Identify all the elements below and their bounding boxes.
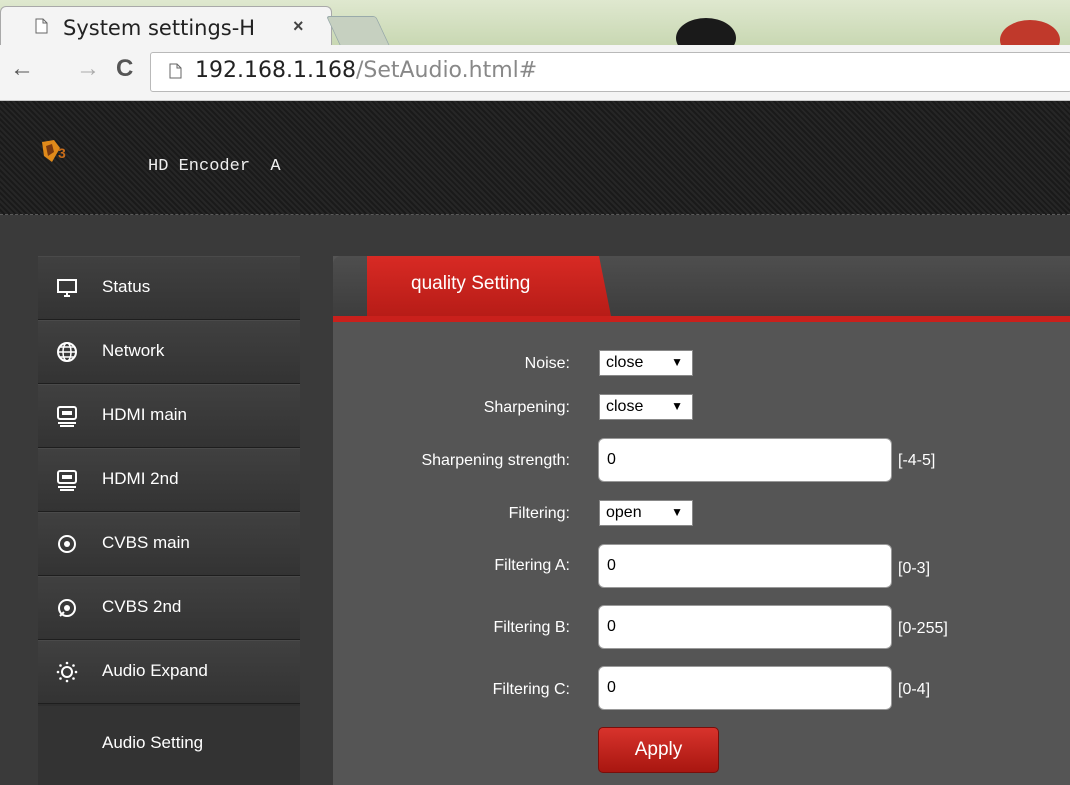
reload-button[interactable]: C (116, 55, 133, 83)
noise-label: Noise: (524, 355, 570, 372)
url-text: 192.168.1.168/SetAudio.html# (195, 58, 537, 83)
target-icon (58, 535, 76, 553)
sidebar-item-status[interactable]: Status (38, 256, 300, 320)
filtering-b-label: Filtering B: (493, 619, 570, 636)
sun-icon (56, 661, 78, 683)
monitor-icon (57, 279, 77, 297)
filtering-a-range: [0-3] (898, 560, 931, 577)
browser-tab-strip: System settings-H × (0, 0, 1070, 45)
sidebar-subitem-audio-setting[interactable]: Audio Setting (38, 706, 300, 785)
chevron-down-icon: ▼ (671, 505, 683, 519)
page-icon (35, 18, 48, 34)
filtering-a-input[interactable] (598, 544, 892, 588)
globe-icon (57, 342, 77, 362)
tab-quality-setting[interactable]: quality Setting (367, 256, 611, 316)
address-bar[interactable]: 192.168.1.168/SetAudio.html# (150, 52, 1070, 92)
filtering-a-label: Filtering A: (494, 557, 570, 574)
sidebar-item-label: HDMI main (102, 405, 188, 424)
sidebar-item-label: CVBS 2nd (102, 597, 182, 616)
filtering-c-range: [0-4] (898, 681, 931, 698)
browser-tab[interactable]: System settings-H × (0, 6, 332, 45)
brand-logo-icon: 3 (42, 140, 66, 162)
sharpening-strength-input[interactable] (598, 438, 892, 482)
page-header: 3 HD Encoder A (0, 101, 1070, 215)
new-tab-button[interactable] (326, 16, 390, 45)
target-icon (58, 599, 76, 617)
back-button[interactable]: ← (10, 55, 34, 83)
filtering-select-value: open (606, 504, 642, 521)
hdmi-icon (57, 470, 77, 491)
noise-select-value: close (606, 354, 644, 371)
sharpening-strength-label: Sharpening strength: (421, 452, 570, 469)
sidebar-item-cvbs-main[interactable]: CVBS main (38, 512, 300, 576)
filtering-select[interactable]: open ▼ (599, 500, 693, 526)
sidebar-item-label: Network (102, 341, 165, 360)
background-decoration (1000, 20, 1060, 45)
url-path: /SetAudio.html# (355, 58, 538, 83)
tab-close-button[interactable]: × (293, 16, 304, 37)
noise-select[interactable]: close ▼ (599, 350, 693, 376)
filtering-b-input[interactable] (598, 605, 892, 649)
filtering-label: Filtering: (508, 505, 570, 522)
background-decoration (676, 18, 736, 45)
hdmi-icon (57, 406, 77, 427)
filtering-c-label: Filtering C: (492, 681, 570, 698)
sidebar-item-hdmi-main[interactable]: HDMI main (38, 384, 300, 448)
sidebar-item-label: Audio Expand (102, 661, 208, 680)
sidebar-item-network[interactable]: Network (38, 320, 300, 384)
apply-button[interactable]: Apply (598, 727, 719, 773)
sidebar-item-hdmi-2nd[interactable]: HDMI 2nd (38, 448, 300, 512)
sharpening-label: Sharpening: (483, 399, 570, 416)
sidebar-item-audio-expand[interactable]: Audio Expand (38, 640, 300, 704)
url-host: 192.168.1.168 (195, 58, 356, 83)
sidebar-item-label: HDMI 2nd (102, 469, 179, 488)
sharpening-select-value: close (606, 398, 644, 415)
sidebar-item-label: CVBS main (102, 533, 190, 552)
page-icon (169, 63, 182, 79)
browser-toolbar: ← → C 192.168.1.168/SetAudio.html# (0, 45, 1070, 101)
device-name: HD Encoder A (148, 157, 281, 176)
filtering-c-input[interactable] (598, 666, 892, 710)
svg-text:3: 3 (58, 145, 66, 161)
tab-label: quality Setting (411, 273, 531, 294)
sidebar-item-label: Status (102, 277, 151, 296)
sharpening-strength-range: [-4-5] (898, 452, 936, 469)
filtering-b-range: [0-255] (898, 620, 948, 637)
panel-header: quality Setting (333, 256, 1070, 322)
sidebar: Status Network HDMI main HDMI 2nd CVBS m… (38, 256, 300, 785)
sidebar-item-cvbs-2nd[interactable]: CVBS 2nd (38, 576, 300, 640)
chevron-down-icon: ▼ (671, 399, 683, 413)
sharpening-select[interactable]: close ▼ (599, 394, 693, 420)
tab-title: System settings-H (63, 16, 256, 40)
chevron-down-icon: ▼ (671, 355, 683, 369)
sidebar-subitem-label: Audio Setting (102, 733, 204, 752)
forward-button[interactable]: → (76, 55, 100, 83)
